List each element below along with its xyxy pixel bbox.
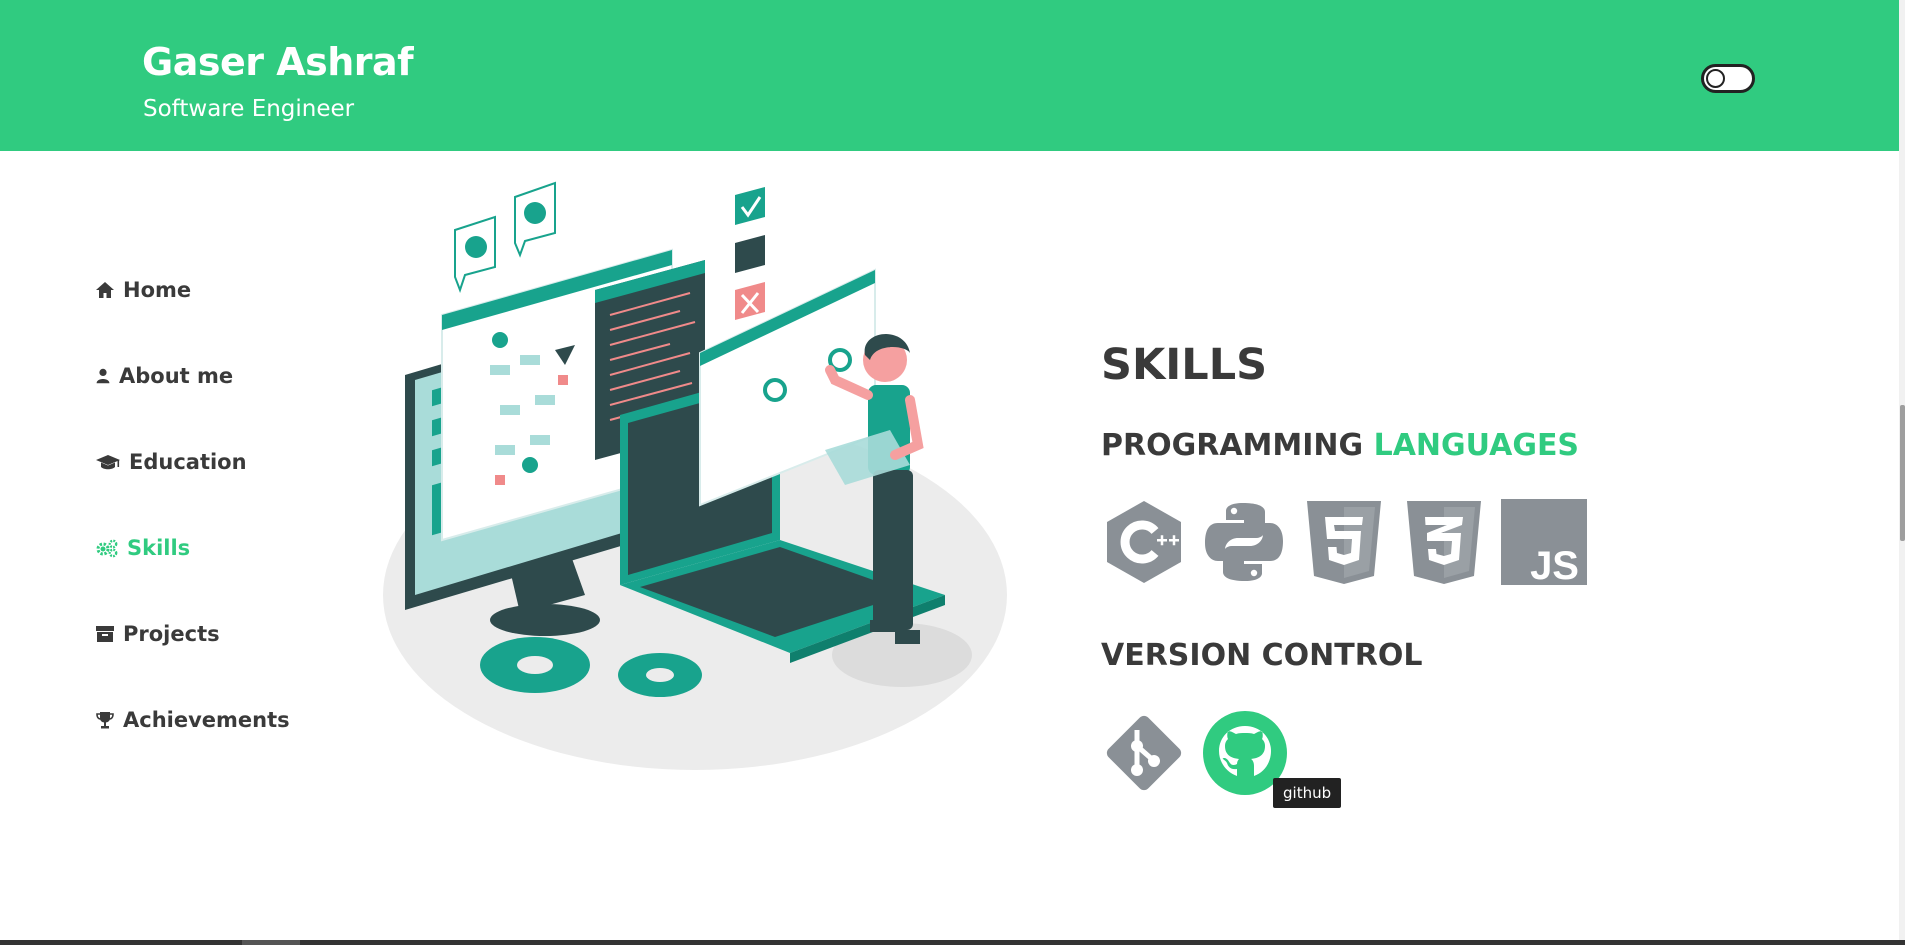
- bottom-bar: [0, 940, 1905, 945]
- nav-item-achievements[interactable]: Achievements: [95, 708, 290, 732]
- nav-item-home[interactable]: Home: [95, 278, 191, 302]
- site-subtitle: Software Engineer: [143, 96, 355, 122]
- nav-item-skills[interactable]: Skills: [95, 536, 190, 560]
- version-control-heading: VERSION CONTROL: [1101, 638, 1423, 673]
- user-icon: [96, 368, 110, 384]
- home-icon: [96, 282, 114, 298]
- programming-languages-heading: PROGRAMMING LANGUAGES: [1101, 428, 1579, 463]
- scrollbar-thumb[interactable]: [1900, 405, 1905, 541]
- nav-item-projects[interactable]: Projects: [95, 622, 220, 646]
- nav-item-education[interactable]: Education: [95, 450, 247, 474]
- nav-label-projects: Projects: [123, 622, 220, 646]
- toggle-knob: [1706, 69, 1725, 88]
- trophy-icon: [96, 712, 114, 729]
- cplusplus-icon[interactable]: [1101, 499, 1187, 585]
- heading-part-1: PROGRAMMING: [1101, 428, 1364, 463]
- nav-label-about: About me: [119, 364, 234, 388]
- developer-illustration: [383, 181, 1007, 770]
- html5-icon[interactable]: [1301, 499, 1387, 585]
- bottom-bar-segment: [242, 940, 300, 945]
- section-title: SKILLS: [1101, 340, 1268, 390]
- nav-label-education: Education: [129, 450, 247, 474]
- nav-label-home: Home: [123, 278, 192, 302]
- programming-languages-icons: JS: [1101, 499, 1587, 585]
- gears-icon: [96, 539, 118, 558]
- version-control-icons: [1101, 710, 1288, 796]
- nav-item-about[interactable]: About me: [95, 364, 233, 388]
- site-title: Gaser Ashraf: [142, 40, 414, 84]
- svg-text:JS: JS: [1530, 544, 1579, 585]
- graduation-cap-icon: [96, 455, 120, 470]
- heading-part-2-accent: LANGUAGES: [1373, 428, 1580, 463]
- site-header: Gaser Ashraf Software Engineer: [0, 0, 1899, 151]
- python-icon[interactable]: [1201, 499, 1287, 585]
- nav-label-achievements: Achievements: [123, 708, 290, 732]
- page: Gaser Ashraf Software Engineer Home Abou…: [0, 0, 1899, 940]
- archive-box-icon: [96, 626, 114, 642]
- nav-label-skills: Skills: [127, 536, 191, 560]
- javascript-icon[interactable]: JS: [1501, 499, 1587, 585]
- git-icon[interactable]: [1101, 710, 1187, 796]
- github-tooltip: github: [1273, 778, 1342, 808]
- css3-icon[interactable]: [1401, 499, 1487, 585]
- theme-toggle[interactable]: [1701, 64, 1755, 93]
